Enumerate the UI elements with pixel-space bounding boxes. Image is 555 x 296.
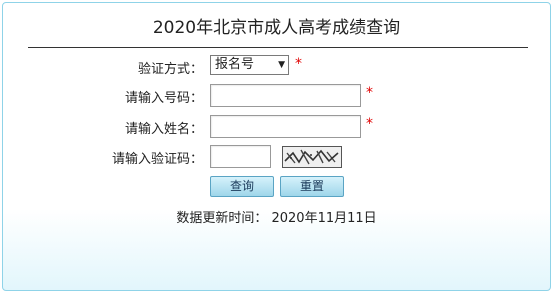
button-row: 查询 重置 (3, 176, 550, 200)
captcha-input[interactable] (210, 145, 271, 168)
update-time-value: 2020年11月11日 (271, 211, 377, 226)
update-time-label: 数据更新时间： (176, 211, 268, 226)
captcha-image[interactable] (282, 146, 342, 168)
verify-method-label: 验证方式： (137, 62, 203, 77)
name-input[interactable] (210, 115, 361, 138)
verify-method-selected: 报名号 (215, 57, 255, 72)
captcha-graphic (283, 147, 341, 167)
required-star: * (366, 85, 373, 101)
required-star: * (295, 56, 302, 72)
number-label: 请输入号码： (124, 91, 203, 106)
page-title: 2020年北京市成人高考成绩查询 (152, 18, 401, 38)
required-star: * (366, 116, 373, 132)
query-panel: 2020年北京市成人高考成绩查询 验证方式： 报名号 ▼ * 请输入号码： * … (2, 2, 551, 291)
verify-method-row: 验证方式： 报名号 ▼ * (3, 55, 550, 79)
number-row: 请输入号码： * (3, 84, 550, 108)
name-row: 请输入姓名： * (3, 115, 550, 139)
number-input[interactable] (210, 84, 361, 107)
captcha-label: 请输入验证码： (111, 152, 203, 167)
reset-button[interactable]: 重置 (280, 176, 344, 197)
captcha-row: 请输入验证码： (3, 145, 550, 169)
query-button[interactable]: 查询 (210, 176, 274, 197)
update-time: 数据更新时间： 2020年11月11日 (3, 207, 550, 226)
title-divider (28, 47, 528, 48)
verify-method-select[interactable]: 报名号 ▼ (210, 55, 289, 75)
name-label: 请输入姓名： (124, 122, 203, 137)
chevron-down-icon: ▼ (278, 60, 285, 70)
